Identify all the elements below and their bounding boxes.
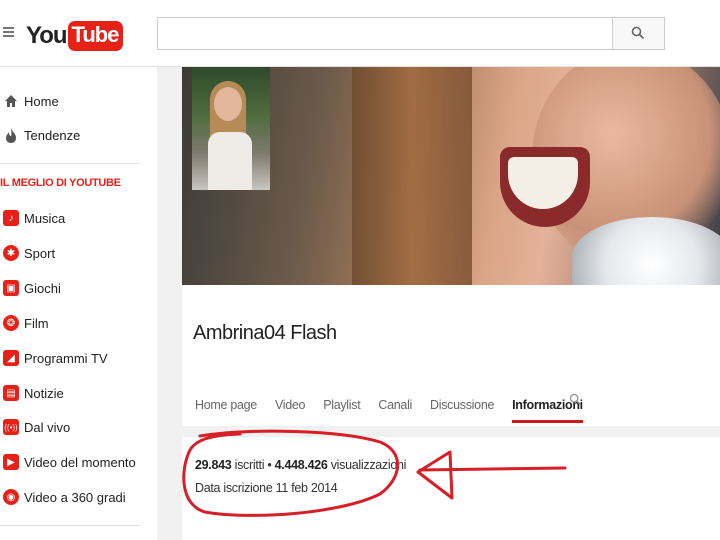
home-icon xyxy=(0,94,22,108)
subscriber-count: 29.843 xyxy=(195,458,232,472)
search-input[interactable] xyxy=(157,17,613,50)
film-icon: ❂ xyxy=(3,315,19,331)
top-bar: You Tube xyxy=(0,0,720,67)
logo-tube-text: Tube xyxy=(67,21,124,51)
channel-name[interactable]: Ambrina04 Flash xyxy=(193,322,337,345)
sidebar-item-label: Musica xyxy=(24,210,66,226)
channel-header-panel: Ambrina04 Flash Home page Video Playlist… xyxy=(182,285,720,426)
sidebar-item-tendenze[interactable]: Tendenze xyxy=(0,120,140,150)
join-date: Data iscrizione 11 feb 2014 xyxy=(195,481,338,495)
sidebar-item-label: Video del momento xyxy=(24,454,136,470)
channel-search-icon[interactable] xyxy=(569,393,582,411)
channel-avatar[interactable] xyxy=(192,67,270,190)
youtube-logo[interactable]: You Tube xyxy=(26,20,124,52)
trending-video-icon: ▶ xyxy=(3,454,19,470)
tab-home-page[interactable]: Home page xyxy=(195,395,257,423)
subscriber-label: iscritti xyxy=(234,458,265,472)
flame-icon xyxy=(0,127,22,143)
sidebar-section-title: IL MEGLIO DI YOUTUBE xyxy=(0,177,121,189)
tab-canali[interactable]: Canali xyxy=(378,395,412,423)
sidebar-item-video-del-momento[interactable]: ▶ Video del momento xyxy=(0,447,140,477)
360-icon: ◉ xyxy=(3,489,19,505)
search-button[interactable] xyxy=(613,17,665,50)
channel-banner xyxy=(182,67,720,285)
sidebar-divider xyxy=(0,525,140,526)
sidebar-item-film[interactable]: ❂ Film xyxy=(0,308,140,338)
tab-playlist[interactable]: Playlist xyxy=(323,395,361,423)
live-icon: ((•)) xyxy=(3,419,19,435)
sidebar-item-musica[interactable]: ♪ Musica xyxy=(0,203,140,233)
sidebar-item-label: Notizie xyxy=(24,385,64,401)
sidebar-item-sport[interactable]: ✱ Sport xyxy=(0,238,140,268)
sidebar: Home Tendenze IL MEGLIO DI YOUTUBE ♪ Mus… xyxy=(0,67,157,540)
sidebar-item-dal-vivo[interactable]: ((•)) Dal vivo xyxy=(0,412,140,442)
news-icon: ▤ xyxy=(3,385,19,401)
banner-hair xyxy=(352,67,472,285)
sidebar-item-giochi[interactable]: ▣ Giochi xyxy=(0,273,140,303)
sidebar-item-label: Tendenze xyxy=(24,127,81,143)
sidebar-item-label: Sport xyxy=(24,245,56,261)
logo-you-text: You xyxy=(26,22,68,49)
tab-video[interactable]: Video xyxy=(275,395,306,423)
sidebar-item-home[interactable]: Home xyxy=(0,86,140,116)
search-icon xyxy=(631,26,645,40)
music-icon: ♪ xyxy=(3,210,19,226)
sidebar-item-label: Programmi TV xyxy=(24,350,108,366)
sidebar-divider xyxy=(0,163,140,164)
view-label: visualizzazioni xyxy=(330,458,407,472)
sidebar-item-label: Home xyxy=(24,93,59,109)
tv-icon: ◢ xyxy=(3,350,19,366)
sidebar-item-video-360[interactable]: ◉ Video a 360 gradi xyxy=(0,482,140,512)
hamburger-menu-icon[interactable] xyxy=(3,27,14,37)
gamepad-icon: ▣ xyxy=(3,280,19,296)
about-panel: 29.843 iscritti • 4.448.426 visualizzazi… xyxy=(182,437,720,540)
channel-stats: 29.843 iscritti • 4.448.426 visualizzazi… xyxy=(195,458,406,472)
sidebar-item-label: Film xyxy=(24,315,49,331)
channel-tabs: Home page Video Playlist Canali Discussi… xyxy=(195,395,601,423)
sport-icon: ✱ xyxy=(3,245,19,261)
sidebar-item-label: Giochi xyxy=(24,280,61,296)
stats-separator: • xyxy=(267,458,272,472)
tab-discussione[interactable]: Discussione xyxy=(430,395,494,423)
view-count: 4.448.426 xyxy=(274,458,328,472)
sidebar-item-label: Video a 360 gradi xyxy=(24,489,126,505)
sidebar-item-label: Dal vivo xyxy=(24,419,71,435)
sidebar-item-programmi-tv[interactable]: ◢ Programmi TV xyxy=(0,343,140,373)
sidebar-item-notizie[interactable]: ▤ Notizie xyxy=(0,378,140,408)
